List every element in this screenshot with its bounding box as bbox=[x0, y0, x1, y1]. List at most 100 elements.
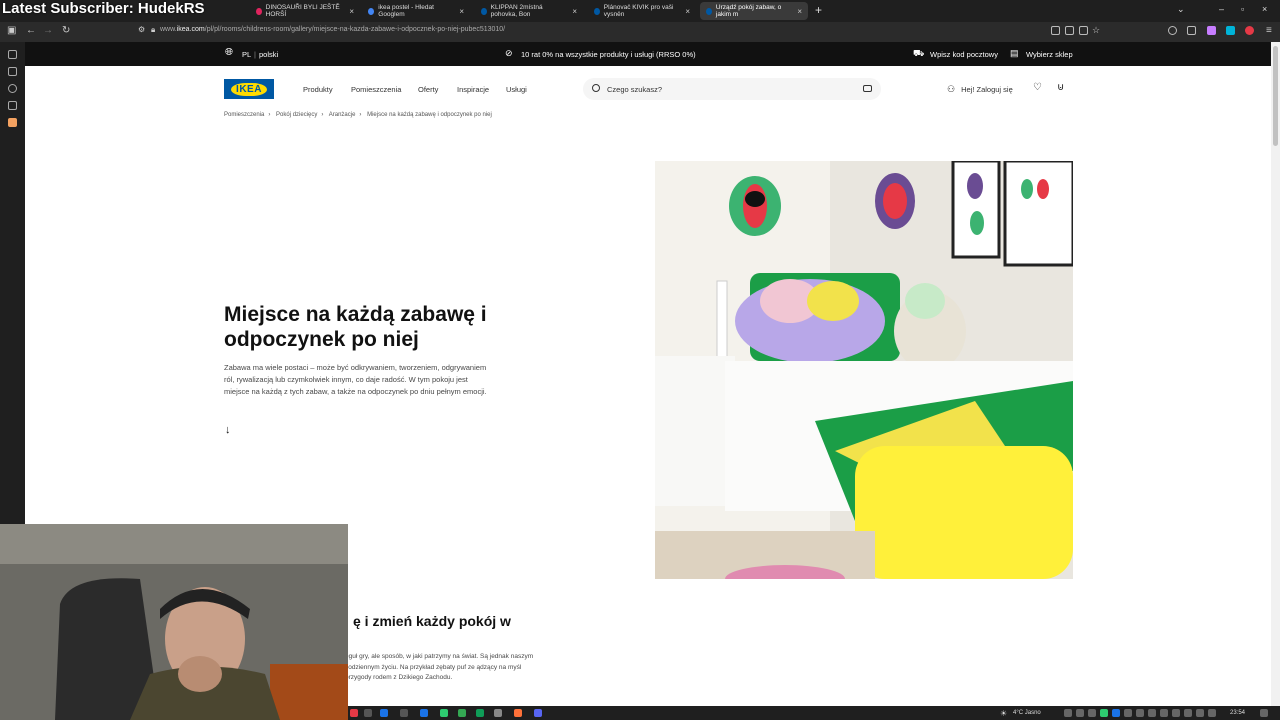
tray-icon[interactable] bbox=[1208, 709, 1216, 717]
discord-icon[interactable] bbox=[534, 709, 542, 717]
tab-label: DINOSAUŘI BYLI JEŠTĚ HORŠÍ bbox=[265, 4, 340, 18]
webcam-overlay bbox=[0, 524, 348, 720]
maximize-button[interactable]: ▫ bbox=[1241, 4, 1244, 14]
ai-icon[interactable] bbox=[8, 50, 17, 59]
browser-tab[interactable]: KLIPPAN 2místná pohovka, Bon × bbox=[475, 2, 583, 20]
store-link[interactable]: Wybierz sklep bbox=[1026, 50, 1073, 59]
close-icon[interactable]: × bbox=[459, 7, 464, 16]
cart-icon[interactable]: ⊍ bbox=[1057, 82, 1064, 93]
translate-icon[interactable] bbox=[1079, 26, 1088, 35]
camera-icon[interactable] bbox=[863, 85, 872, 92]
subscriber-banner: Latest Subscriber: HudekRS bbox=[2, 0, 205, 17]
new-tab-button[interactable]: + bbox=[815, 3, 822, 17]
tray-icon[interactable] bbox=[1064, 709, 1072, 717]
tray-icon[interactable] bbox=[1124, 709, 1132, 717]
extension-icon[interactable] bbox=[1207, 26, 1216, 35]
notifications-icon[interactable] bbox=[1260, 709, 1268, 717]
close-icon[interactable]: × bbox=[349, 7, 354, 16]
tray-icon[interactable] bbox=[1196, 709, 1204, 717]
back-icon[interactable]: ← bbox=[26, 25, 36, 36]
app-icon[interactable] bbox=[364, 709, 372, 717]
app-icon[interactable] bbox=[350, 709, 358, 717]
tab-label: KLIPPAN 2místná pohovka, Bon bbox=[490, 4, 543, 18]
menu-icon[interactable]: ≡ bbox=[1266, 25, 1272, 36]
close-icon[interactable]: × bbox=[685, 7, 690, 16]
app-icon[interactable] bbox=[440, 709, 448, 717]
breadcrumb-item[interactable]: Aranżacje bbox=[329, 112, 356, 118]
wifi-icon[interactable] bbox=[1148, 709, 1156, 717]
app-icon[interactable] bbox=[400, 709, 408, 717]
battery-icon[interactable] bbox=[1172, 709, 1180, 717]
extension-icon[interactable] bbox=[1245, 26, 1254, 35]
tab-label: Plánovač KIVIK pro vaši vysněn bbox=[603, 4, 674, 18]
tray-icon[interactable] bbox=[1088, 709, 1096, 717]
heart-icon[interactable]: ♡ bbox=[1033, 82, 1042, 93]
country-code[interactable]: PL bbox=[242, 50, 251, 59]
bookmarks-icon[interactable] bbox=[8, 101, 17, 110]
extensions-icon[interactable] bbox=[1187, 26, 1196, 35]
history-icon[interactable] bbox=[8, 84, 17, 93]
language-icon[interactable] bbox=[1184, 709, 1192, 717]
app-icon[interactable] bbox=[476, 709, 484, 717]
globe-icon[interactable]: 🌐︎ bbox=[225, 47, 233, 58]
nav-uslugi[interactable]: Usługi bbox=[506, 85, 527, 94]
app-icon[interactable] bbox=[420, 709, 428, 717]
minimize-button[interactable]: – bbox=[1219, 4, 1224, 14]
user-icon: ⚇ bbox=[947, 84, 956, 94]
postcode-link[interactable]: Wpisz kod pocztowy bbox=[930, 50, 998, 59]
screenshot-icon[interactable] bbox=[1065, 26, 1074, 35]
hero-image bbox=[655, 161, 1073, 579]
language-link[interactable]: polski bbox=[259, 50, 278, 59]
reader-icon[interactable] bbox=[1051, 26, 1060, 35]
breadcrumb-item[interactable]: Pomieszczenia bbox=[224, 112, 264, 118]
close-window-button[interactable]: × bbox=[1262, 4, 1267, 14]
volume-icon[interactable] bbox=[1160, 709, 1168, 717]
store-icon: ▤ bbox=[1010, 48, 1019, 58]
tray-icon[interactable] bbox=[1136, 709, 1144, 717]
wallet-icon[interactable] bbox=[8, 67, 17, 76]
section-title: ę i zmień każdy pokój w bbox=[353, 613, 511, 629]
url-field[interactable]: www.ikea.com/pl/pl/rooms/childrens-room/… bbox=[160, 26, 505, 33]
nav-oferty[interactable]: Oferty bbox=[418, 85, 438, 94]
arrow-down-icon[interactable]: ↓ bbox=[225, 424, 231, 436]
bookmark-star-icon[interactable]: ☆ bbox=[1092, 25, 1100, 36]
search-input[interactable]: Czego szukasz? bbox=[583, 78, 881, 100]
site-info-icon[interactable]: ⚙ bbox=[138, 25, 145, 34]
close-icon[interactable]: × bbox=[572, 7, 577, 16]
extension-icon[interactable] bbox=[1226, 26, 1235, 35]
tray-icon[interactable] bbox=[1076, 709, 1084, 717]
chevron-right-icon: › bbox=[359, 112, 362, 118]
tray-icon[interactable] bbox=[1100, 709, 1108, 717]
account-icon[interactable] bbox=[1168, 26, 1177, 35]
browser-app-icon[interactable] bbox=[514, 709, 522, 717]
ikea-logo[interactable]: IKEA bbox=[224, 79, 274, 99]
sidebar-toggle-icon[interactable]: ▣ bbox=[7, 25, 16, 36]
breadcrumb-item[interactable]: Pokój dziecięcy bbox=[276, 112, 317, 118]
nav-inspiracje[interactable]: Inspiracje bbox=[457, 85, 489, 94]
ikea-icon bbox=[706, 7, 712, 15]
browser-tab[interactable]: ikea postel - Hledat Googlem × bbox=[362, 2, 470, 20]
browser-tab[interactable]: DINOSAUŘI BYLI JEŠTĚ HORŠÍ × bbox=[250, 2, 360, 20]
nav-pomieszczenia[interactable]: Pomieszczenia bbox=[351, 85, 401, 94]
extension-icon[interactable] bbox=[8, 118, 17, 127]
scrollbar-thumb[interactable] bbox=[1273, 46, 1278, 146]
browser-tab-active[interactable]: Urządź pokój zabaw, o jakim m × bbox=[700, 2, 808, 20]
divider: | bbox=[254, 50, 256, 59]
nav-produkty[interactable]: Produkty bbox=[303, 85, 333, 94]
browser-tab[interactable]: Plánovač KIVIK pro vaši vysněn × bbox=[588, 2, 696, 20]
close-icon[interactable]: × bbox=[797, 7, 802, 16]
promo-link[interactable]: 10 rat 0% na wszystkie produkty i usługi… bbox=[521, 50, 696, 59]
weather-text[interactable]: 4°C Jasno bbox=[1013, 710, 1041, 716]
logo-text: IKEA bbox=[231, 82, 267, 96]
app-icon[interactable] bbox=[380, 709, 388, 717]
login-link[interactable]: ⚇ Hej! Zaloguj się bbox=[947, 84, 1013, 95]
forward-icon[interactable]: → bbox=[43, 25, 53, 36]
scrollbar[interactable] bbox=[1271, 42, 1280, 708]
app-icon[interactable] bbox=[494, 709, 502, 717]
tray-icon[interactable] bbox=[1112, 709, 1120, 717]
clock[interactable]: 23:54 bbox=[1230, 710, 1245, 716]
tab-list-icon[interactable]: ⌄ bbox=[1177, 4, 1185, 15]
app-icon[interactable] bbox=[458, 709, 466, 717]
reload-icon[interactable]: ↻ bbox=[62, 25, 70, 36]
google-icon bbox=[368, 7, 375, 15]
